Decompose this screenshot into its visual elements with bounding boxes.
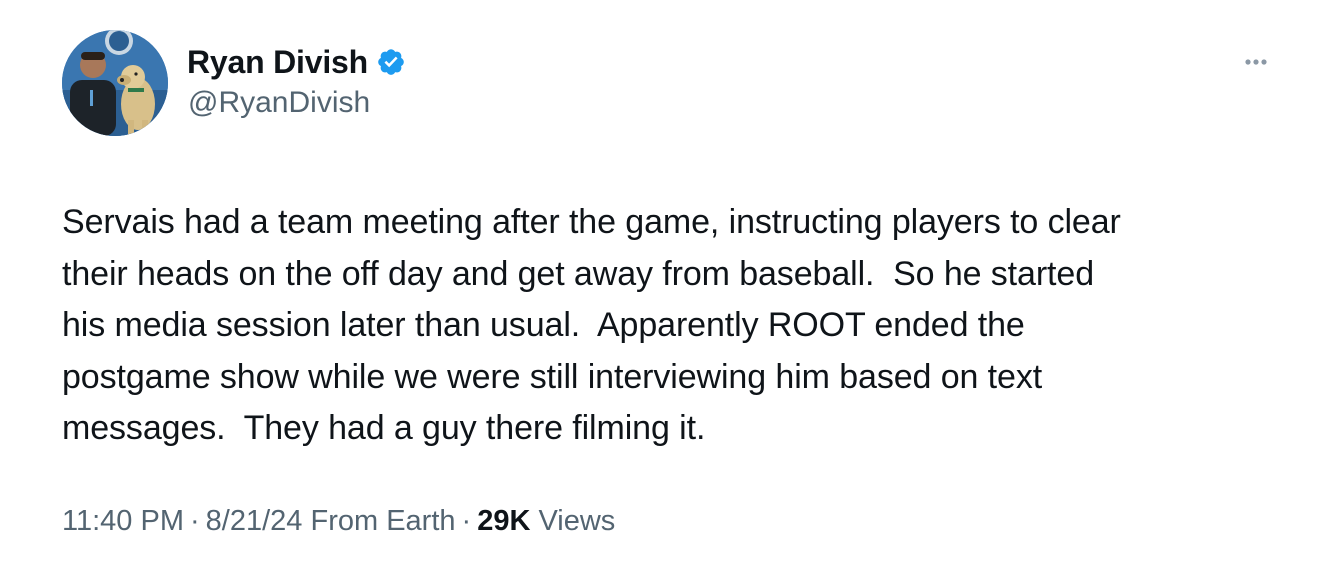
tweet-date[interactable]: 8/21/24 [206,505,303,537]
tweet-meta: 11:40 PM · 8/21/24 From Earth · 29K Views [62,505,615,538]
tweet-source: From Earth [310,505,456,537]
verified-badge-icon [376,47,406,77]
author-name[interactable]: Ryan Divish [187,44,368,81]
meta-separator: · [461,505,472,537]
more-horizontal-icon[interactable] [1238,50,1274,74]
meta-separator: · [189,505,200,537]
avatar[interactable] [62,30,168,136]
tweet-card: Ryan Divish @RyanDivish Servais had a te… [0,0,1326,571]
tweet-text: Servais had a team meeting after the gam… [62,203,1121,447]
author-handle[interactable]: @RyanDivish [188,86,370,120]
views-count[interactable]: 29K [477,505,530,537]
views-label[interactable]: Views [538,505,615,537]
author-name-row[interactable]: Ryan Divish [187,42,406,82]
tweet-time[interactable]: 11:40 PM [62,505,184,537]
